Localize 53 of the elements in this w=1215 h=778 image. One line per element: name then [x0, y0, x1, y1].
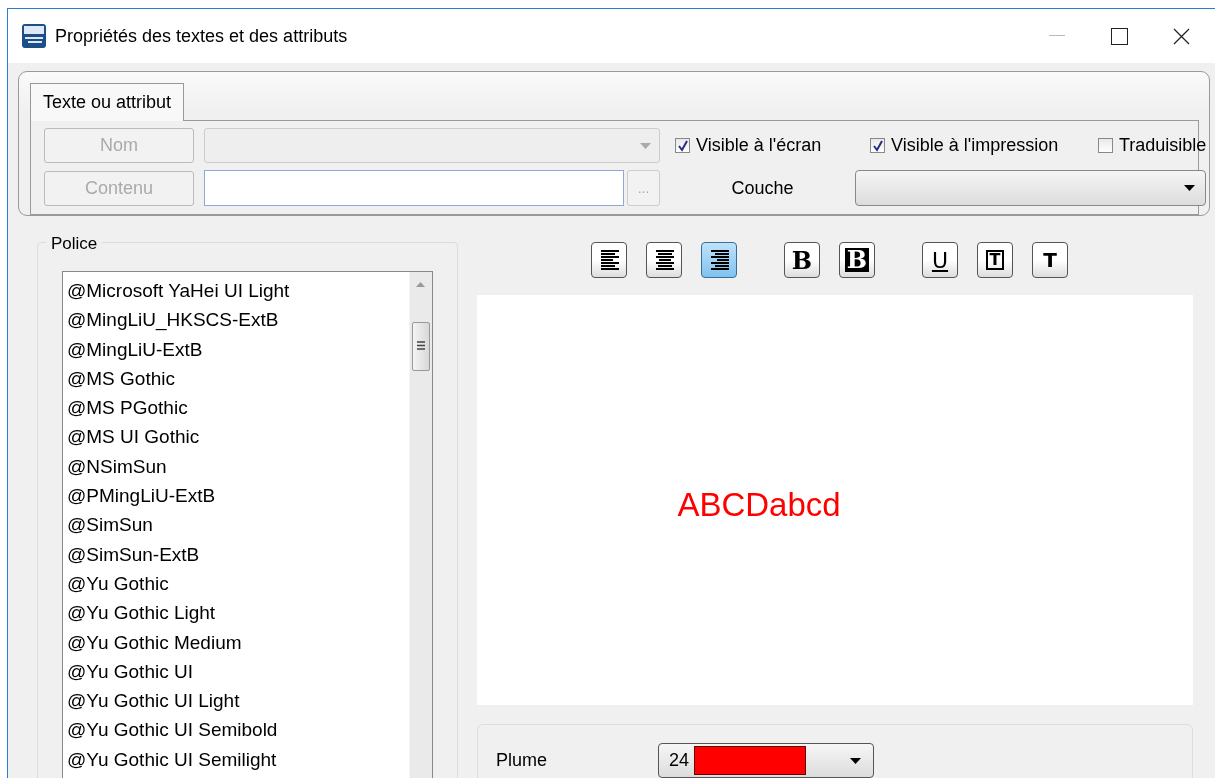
font-list-item[interactable]: @MingLiU-ExtB [67, 334, 409, 364]
pen-width-value: 24 [669, 750, 690, 771]
font-list-item[interactable]: @MS Gothic [67, 363, 409, 394]
scrollbar[interactable] [409, 272, 432, 778]
frame-button[interactable]: T [977, 242, 1013, 278]
font-list-item[interactable]: @MingLiU_HKSCS-ExtB [67, 305, 409, 335]
font-list-item[interactable]: @SimSun [67, 510, 409, 540]
checkbox-label: Visible à l'impression [891, 135, 1059, 156]
plain-button[interactable]: T [1032, 242, 1068, 278]
font-list[interactable] [62, 271, 433, 778]
bold-box-button[interactable]: B [839, 242, 875, 278]
align-lines-icon [709, 249, 729, 271]
font-list-item[interactable]: @Yu Gothic UI [67, 656, 409, 687]
align-lines-icon [654, 249, 674, 271]
font-list-item[interactable]: @PMingLiU-ExtB [67, 481, 409, 511]
window-title: Propriétés des textes et des attributs [55, 25, 349, 47]
font-list-item[interactable]: @Yu Gothic UI Light [67, 686, 409, 716]
font-list-item[interactable]: @MS UI Gothic [67, 422, 409, 452]
align-right-button[interactable] [701, 242, 737, 278]
checkbox-label: Traduisible [1119, 135, 1207, 156]
align-center-button[interactable] [646, 242, 682, 278]
checkbox[interactable] [1098, 138, 1113, 153]
font-list-item[interactable]: @Yu Gothic Light [67, 598, 409, 628]
font-list-item[interactable]: @MS PGothic [67, 393, 409, 423]
align-lines-icon [599, 249, 619, 271]
close-icon[interactable] [1172, 27, 1190, 45]
font-list-item[interactable]: @Microsoft YaHei UI Light [67, 276, 409, 306]
font-list-item[interactable]: @NSimSun [67, 451, 409, 482]
underline-button[interactable]: U [922, 242, 958, 278]
preview-text: ABCDabcd [677, 486, 841, 524]
font-list-item[interactable]: @SimSun-ExtB [67, 539, 409, 569]
layer-dropdown[interactable] [855, 170, 1207, 206]
checkbox[interactable] [870, 138, 885, 153]
dropdown-arrow-icon [640, 142, 651, 149]
checkbox[interactable] [675, 138, 690, 153]
tab[interactable]: Texte ou attribut [30, 83, 185, 121]
font-list-item[interactable]: @Yu Gothic Medium [67, 627, 409, 657]
bold-button[interactable]: B [784, 242, 820, 278]
scroll-thumb[interactable] [412, 322, 430, 371]
font-list-item[interactable]: @Yu Gothic UI Semibold [67, 715, 409, 745]
dropdown-arrow-icon [850, 757, 861, 764]
font-list-item[interactable]: @Yu Gothic UI Semilight [67, 744, 409, 775]
app-logo-icon [22, 24, 46, 48]
dropdown-arrow-icon [1184, 185, 1196, 191]
font-list-item[interactable]: @Yu Gothic [67, 568, 409, 599]
pen-dropdown[interactable]: 24 [658, 743, 874, 778]
grip-icon [417, 341, 425, 350]
align-left-button[interactable] [591, 242, 627, 278]
pen-label: Plume [496, 750, 549, 771]
maximize-icon[interactable] [1110, 27, 1128, 45]
content-field[interactable] [204, 170, 624, 206]
checkbox-label: Visible à l'écran [696, 135, 822, 156]
layer-label: Couche [730, 177, 795, 199]
